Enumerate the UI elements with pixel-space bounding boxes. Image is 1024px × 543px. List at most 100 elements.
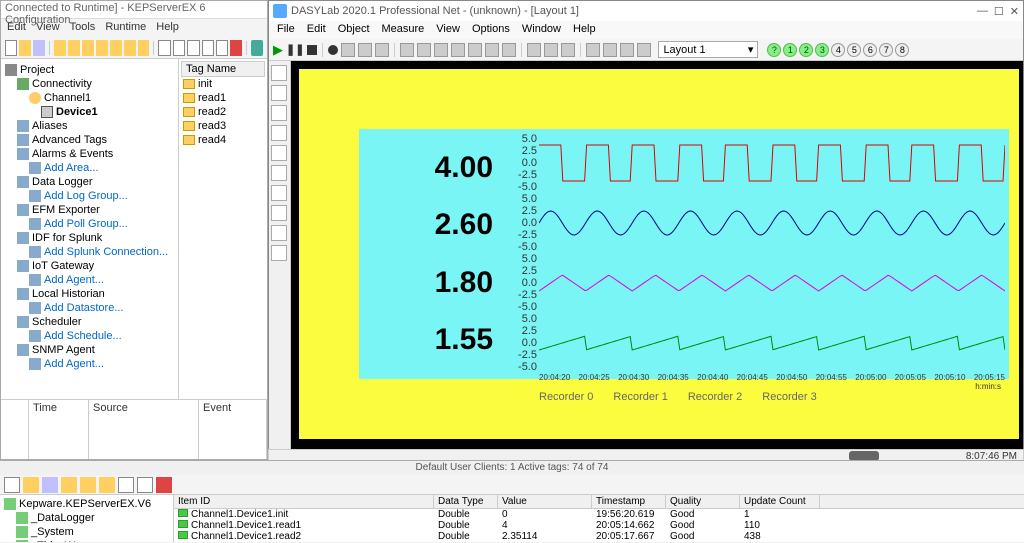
pause-icon[interactable]: ❚❚: [286, 43, 304, 56]
play-icon[interactable]: ▶: [273, 42, 283, 58]
tag-item[interactable]: read3: [181, 119, 265, 133]
layout-button[interactable]: 4: [831, 43, 845, 57]
toolbar-icon[interactable]: [603, 43, 617, 57]
toolbar-icon[interactable]: [400, 43, 414, 57]
kep-menu-view[interactable]: View: [36, 21, 60, 35]
folder-icon[interactable]: [99, 477, 115, 493]
layout-button[interactable]: 1: [783, 43, 797, 57]
tree-item[interactable]: SNMP Agent: [3, 343, 176, 357]
cut-icon[interactable]: [527, 43, 541, 57]
folder-icon[interactable]: [124, 40, 136, 56]
tree-item[interactable]: Scheduler: [3, 315, 176, 329]
toolbar-icon[interactable]: [341, 43, 355, 57]
tree-item[interactable]: Advanced Tags: [3, 133, 176, 147]
menu-file[interactable]: File: [277, 23, 295, 37]
toolbar-icon[interactable]: [137, 477, 153, 493]
tree-item[interactable]: IoT Gateway: [3, 259, 176, 273]
menu-help[interactable]: Help: [573, 23, 596, 37]
col-itemid[interactable]: Item ID: [174, 495, 434, 508]
image-tool-icon[interactable]: [271, 245, 287, 261]
col-updatecount[interactable]: Update Count: [740, 495, 820, 508]
tag-header[interactable]: Tag Name: [181, 61, 265, 77]
kep-menu-edit[interactable]: Edit: [7, 21, 26, 35]
paste-icon[interactable]: [561, 43, 575, 57]
select-tool-icon[interactable]: [271, 65, 287, 81]
ellipse-tool-icon[interactable]: [271, 185, 287, 201]
folder-icon[interactable]: [54, 40, 66, 56]
layout-button[interactable]: 2: [799, 43, 813, 57]
open-icon[interactable]: [19, 40, 31, 56]
layout-button[interactable]: 5: [847, 43, 861, 57]
tag-item[interactable]: read2: [181, 105, 265, 119]
toolbar-icon[interactable]: [637, 43, 651, 57]
folder-icon[interactable]: [68, 40, 80, 56]
folder-icon[interactable]: [61, 477, 77, 493]
toolbar-icon[interactable]: [358, 43, 372, 57]
log-col-time[interactable]: Time: [29, 400, 89, 459]
tree-item[interactable]: Data Logger: [3, 175, 176, 189]
folder-icon[interactable]: [96, 40, 108, 56]
layout-button[interactable]: ?: [767, 43, 781, 57]
layout-selector[interactable]: Layout 1 ▾: [658, 41, 758, 58]
undo-icon[interactable]: [158, 40, 170, 56]
table-row[interactable]: Channel1.Device1.initDouble019:56:20.619…: [174, 509, 1024, 520]
line-tool-icon[interactable]: [271, 105, 287, 121]
folder-icon[interactable]: [80, 477, 96, 493]
layout-button[interactable]: 6: [863, 43, 877, 57]
col-value[interactable]: Value: [498, 495, 592, 508]
text-tool-icon[interactable]: [271, 85, 287, 101]
tree-item[interactable]: Alarms & Events: [3, 147, 176, 161]
tree-item[interactable]: Channel1: [3, 91, 176, 105]
kep-menu-tools[interactable]: Tools: [70, 21, 96, 35]
folder-icon[interactable]: [82, 40, 94, 56]
log-col-icon[interactable]: [1, 400, 29, 459]
copy-icon[interactable]: [544, 43, 558, 57]
folder-icon[interactable]: [138, 40, 150, 56]
layout-button[interactable]: 8: [895, 43, 909, 57]
table-row[interactable]: Channel1.Device1.read2Double2.3511420:05…: [174, 531, 1024, 542]
menu-window[interactable]: Window: [522, 23, 561, 37]
grid-tool-icon[interactable]: [271, 225, 287, 241]
tree-item[interactable]: Device1: [3, 105, 176, 119]
tree-item[interactable]: Add Datastore...: [3, 301, 176, 315]
open-icon[interactable]: [23, 477, 39, 493]
cut-icon[interactable]: [187, 40, 199, 56]
qc-tree-item[interactable]: _DataLogger: [2, 511, 171, 525]
layout-canvas[interactable]: 4.00 2.60 1.80 1.55 5.02.50.0-2.5-5.0 5.…: [291, 61, 1023, 459]
stop-icon[interactable]: [307, 45, 317, 55]
toolbar-icon[interactable]: [586, 43, 600, 57]
toolbar-icon[interactable]: [417, 43, 431, 57]
col-timestamp[interactable]: Timestamp: [592, 495, 666, 508]
menu-edit[interactable]: Edit: [307, 23, 326, 37]
log-col-source[interactable]: Source: [89, 400, 199, 459]
toolbar-icon[interactable]: [451, 43, 465, 57]
qc-tree[interactable]: Kepware.KEPServerEX.V6_DataLogger_System…: [0, 495, 174, 542]
kep-menu-help[interactable]: Help: [156, 21, 179, 35]
toolbar-icon[interactable]: [485, 43, 499, 57]
minimize-icon[interactable]: —: [977, 5, 988, 18]
project-tree[interactable]: ProjectConnectivityChannel1Device1Aliase…: [1, 59, 179, 399]
toolbar-icon[interactable]: [502, 43, 516, 57]
redo-icon[interactable]: [173, 40, 185, 56]
new-icon[interactable]: [4, 477, 20, 493]
save-icon[interactable]: [33, 40, 45, 56]
qc-tree-item[interactable]: Kepware.KEPServerEX.V6: [2, 497, 171, 511]
tree-item[interactable]: Add Poll Group...: [3, 217, 176, 231]
tree-item[interactable]: Add Agent...: [3, 273, 176, 287]
toolbar-icon[interactable]: [468, 43, 482, 57]
tree-item[interactable]: IDF for Splunk: [3, 231, 176, 245]
layout-button[interactable]: 7: [879, 43, 893, 57]
new-icon[interactable]: [5, 40, 17, 56]
copy-icon[interactable]: [202, 40, 214, 56]
tree-item[interactable]: Add Splunk Connection...: [3, 245, 176, 259]
log-col-event[interactable]: Event: [199, 400, 267, 459]
tag-item[interactable]: init: [181, 77, 265, 91]
tag-item[interactable]: read1: [181, 91, 265, 105]
kep-menu-runtime[interactable]: Runtime: [105, 21, 146, 35]
qc-tree-item[interactable]: _ThingWorx: [2, 539, 171, 542]
folder-icon[interactable]: [110, 40, 122, 56]
tree-item[interactable]: Add Schedule...: [3, 329, 176, 343]
tree-item[interactable]: Aliases: [3, 119, 176, 133]
record-icon[interactable]: [328, 45, 338, 55]
delete-icon[interactable]: [230, 40, 242, 56]
